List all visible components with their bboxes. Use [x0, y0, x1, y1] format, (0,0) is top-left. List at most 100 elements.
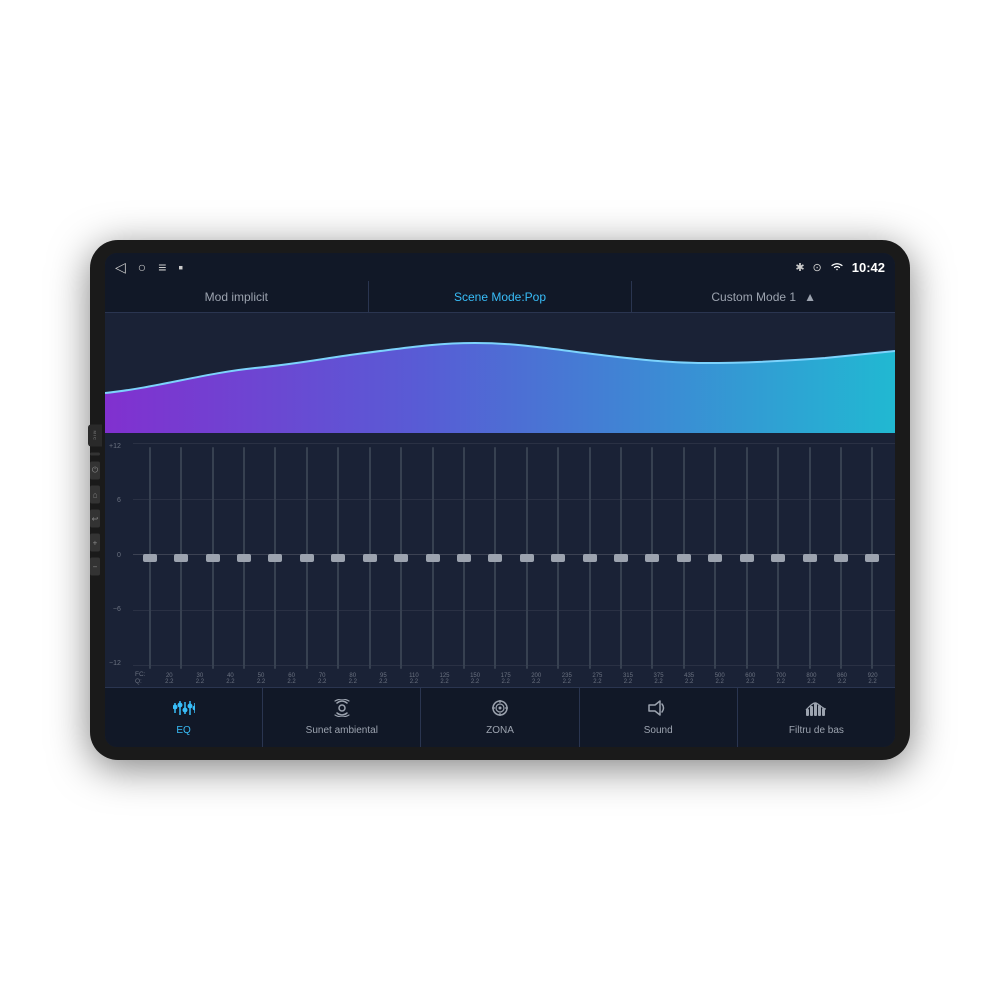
slider-track-235[interactable] — [557, 447, 559, 669]
nav-label-filtru: Filtru de bas — [789, 725, 844, 736]
slider-track-700[interactable] — [777, 447, 779, 669]
slider-track-200[interactable] — [526, 447, 528, 669]
slider-thumb-315[interactable] — [614, 554, 628, 562]
mic-label: MIC — [93, 430, 98, 440]
slider-thumb-80[interactable] — [331, 554, 345, 562]
slider-track-70[interactable] — [306, 447, 308, 669]
slider-track-20[interactable] — [149, 447, 151, 669]
slider-track-110[interactable] — [400, 447, 402, 669]
slider-thumb-275[interactable] — [583, 554, 597, 562]
slider-track-40[interactable] — [212, 447, 214, 669]
slider-track-125[interactable] — [432, 447, 434, 669]
freq-label-col-600: 6002.2 — [736, 671, 765, 685]
slider-track-175[interactable] — [494, 447, 496, 669]
side-buttons: MIC ⏻ ⌂ ↩ + − — [88, 425, 102, 576]
target-icon — [489, 699, 511, 722]
slider-track-60[interactable] — [274, 447, 276, 669]
nav-back-button[interactable]: ◁ — [115, 259, 126, 276]
nav-item-eq[interactable]: EQ — [105, 688, 263, 747]
q-value-235: 2.2 — [563, 679, 571, 685]
slider-col-175 — [481, 447, 510, 669]
freq-label-col-375: 3752.2 — [644, 671, 673, 685]
back-hw-button[interactable]: ↩ — [90, 510, 100, 528]
slider-thumb-235[interactable] — [551, 554, 565, 562]
slider-col-95 — [355, 447, 384, 669]
vol-up-button[interactable]: + — [90, 534, 100, 552]
slider-col-860 — [826, 447, 855, 669]
nav-item-sound[interactable]: Sound — [580, 688, 738, 747]
slider-thumb-860[interactable] — [834, 554, 848, 562]
freq-q-labels: FC: Q: 202.2302.2402.2502.2602.2702.2802… — [135, 671, 887, 685]
vol-down-button[interactable]: − — [90, 558, 100, 576]
wifi-icon — [830, 261, 844, 274]
q-value-435: 2.2 — [685, 679, 693, 685]
slider-thumb-95[interactable] — [363, 554, 377, 562]
slider-track-50[interactable] — [243, 447, 245, 669]
nav-label-zona: ZONA — [486, 725, 514, 736]
nav-item-zona[interactable]: ZONA — [421, 688, 579, 747]
slider-track-95[interactable] — [369, 447, 371, 669]
nav-home-button[interactable]: ○ — [138, 259, 146, 275]
slider-col-800 — [795, 447, 824, 669]
tab-custom-mode[interactable]: Custom Mode 1 ▲ — [632, 281, 895, 312]
volume-icon — [647, 699, 669, 722]
freq-label-col-275: 2752.2 — [583, 671, 612, 685]
status-left: ◁ ○ ≡ ▪ — [115, 259, 183, 276]
nav-item-filtru[interactable]: Filtru de bas — [738, 688, 895, 747]
slider-track-315[interactable] — [620, 447, 622, 669]
freq-label-col-125: 1252.2 — [430, 671, 459, 685]
slider-thumb-200[interactable] — [520, 554, 534, 562]
slider-thumb-920[interactable] — [865, 554, 879, 562]
freq-label-col-860: 8602.2 — [828, 671, 857, 685]
slider-col-60 — [261, 447, 290, 669]
slider-track-30[interactable] — [180, 447, 182, 669]
slider-col-80 — [324, 447, 353, 669]
q-value-60: 2.2 — [287, 679, 295, 685]
home-hw-button[interactable]: ⌂ — [90, 486, 100, 504]
q-value-20: 2.2 — [165, 679, 173, 685]
slider-thumb-40[interactable] — [206, 554, 220, 562]
slider-track-920[interactable] — [871, 447, 873, 669]
q-value-315: 2.2 — [624, 679, 632, 685]
bottom-nav: EQ Sunet ambiental — [105, 687, 895, 747]
slider-track-375[interactable] — [651, 447, 653, 669]
q-value-30: 2.2 — [196, 679, 204, 685]
q-value-95: 2.2 — [379, 679, 387, 685]
slider-thumb-500[interactable] — [708, 554, 722, 562]
slider-thumb-800[interactable] — [803, 554, 817, 562]
slider-track-500[interactable] — [714, 447, 716, 669]
slider-track-275[interactable] — [589, 447, 591, 669]
slider-thumb-700[interactable] — [771, 554, 785, 562]
slider-thumb-30[interactable] — [174, 554, 188, 562]
nav-item-sunet[interactable]: Sunet ambiental — [263, 688, 421, 747]
slider-track-860[interactable] — [840, 447, 842, 669]
slider-track-800[interactable] — [809, 447, 811, 669]
device-frame: MIC ⏻ ⌂ ↩ + − ◁ ○ ≡ ▪ ✱ — [90, 240, 910, 760]
power-button[interactable]: ⏻ — [90, 462, 100, 480]
slider-thumb-150[interactable] — [457, 554, 471, 562]
nav-recent-button[interactable]: ▪ — [178, 259, 183, 275]
tab-scene-mode[interactable]: Scene Mode:Pop — [369, 281, 633, 312]
tab-mod-implicit[interactable]: Mod implicit — [105, 281, 369, 312]
slider-track-435[interactable] — [683, 447, 685, 669]
slider-thumb-175[interactable] — [488, 554, 502, 562]
nav-menu-button[interactable]: ≡ — [158, 259, 166, 275]
slider-thumb-60[interactable] — [268, 554, 282, 562]
freq-label-col-60: 602.2 — [277, 671, 306, 685]
rst-button[interactable] — [90, 453, 100, 456]
slider-col-20 — [135, 447, 164, 669]
slider-track-150[interactable] — [463, 447, 465, 669]
slider-thumb-600[interactable] — [740, 554, 754, 562]
slider-thumb-70[interactable] — [300, 554, 314, 562]
slider-track-600[interactable] — [746, 447, 748, 669]
slider-thumb-375[interactable] — [645, 554, 659, 562]
slider-thumb-125[interactable] — [426, 554, 440, 562]
slider-thumb-435[interactable] — [677, 554, 691, 562]
nav-label-eq: EQ — [176, 725, 190, 736]
slider-thumb-20[interactable] — [143, 554, 157, 562]
freq-label-col-175: 1752.2 — [491, 671, 520, 685]
slider-track-80[interactable] — [337, 447, 339, 669]
sliders-container — [135, 447, 887, 669]
slider-thumb-50[interactable] — [237, 554, 251, 562]
slider-thumb-110[interactable] — [394, 554, 408, 562]
